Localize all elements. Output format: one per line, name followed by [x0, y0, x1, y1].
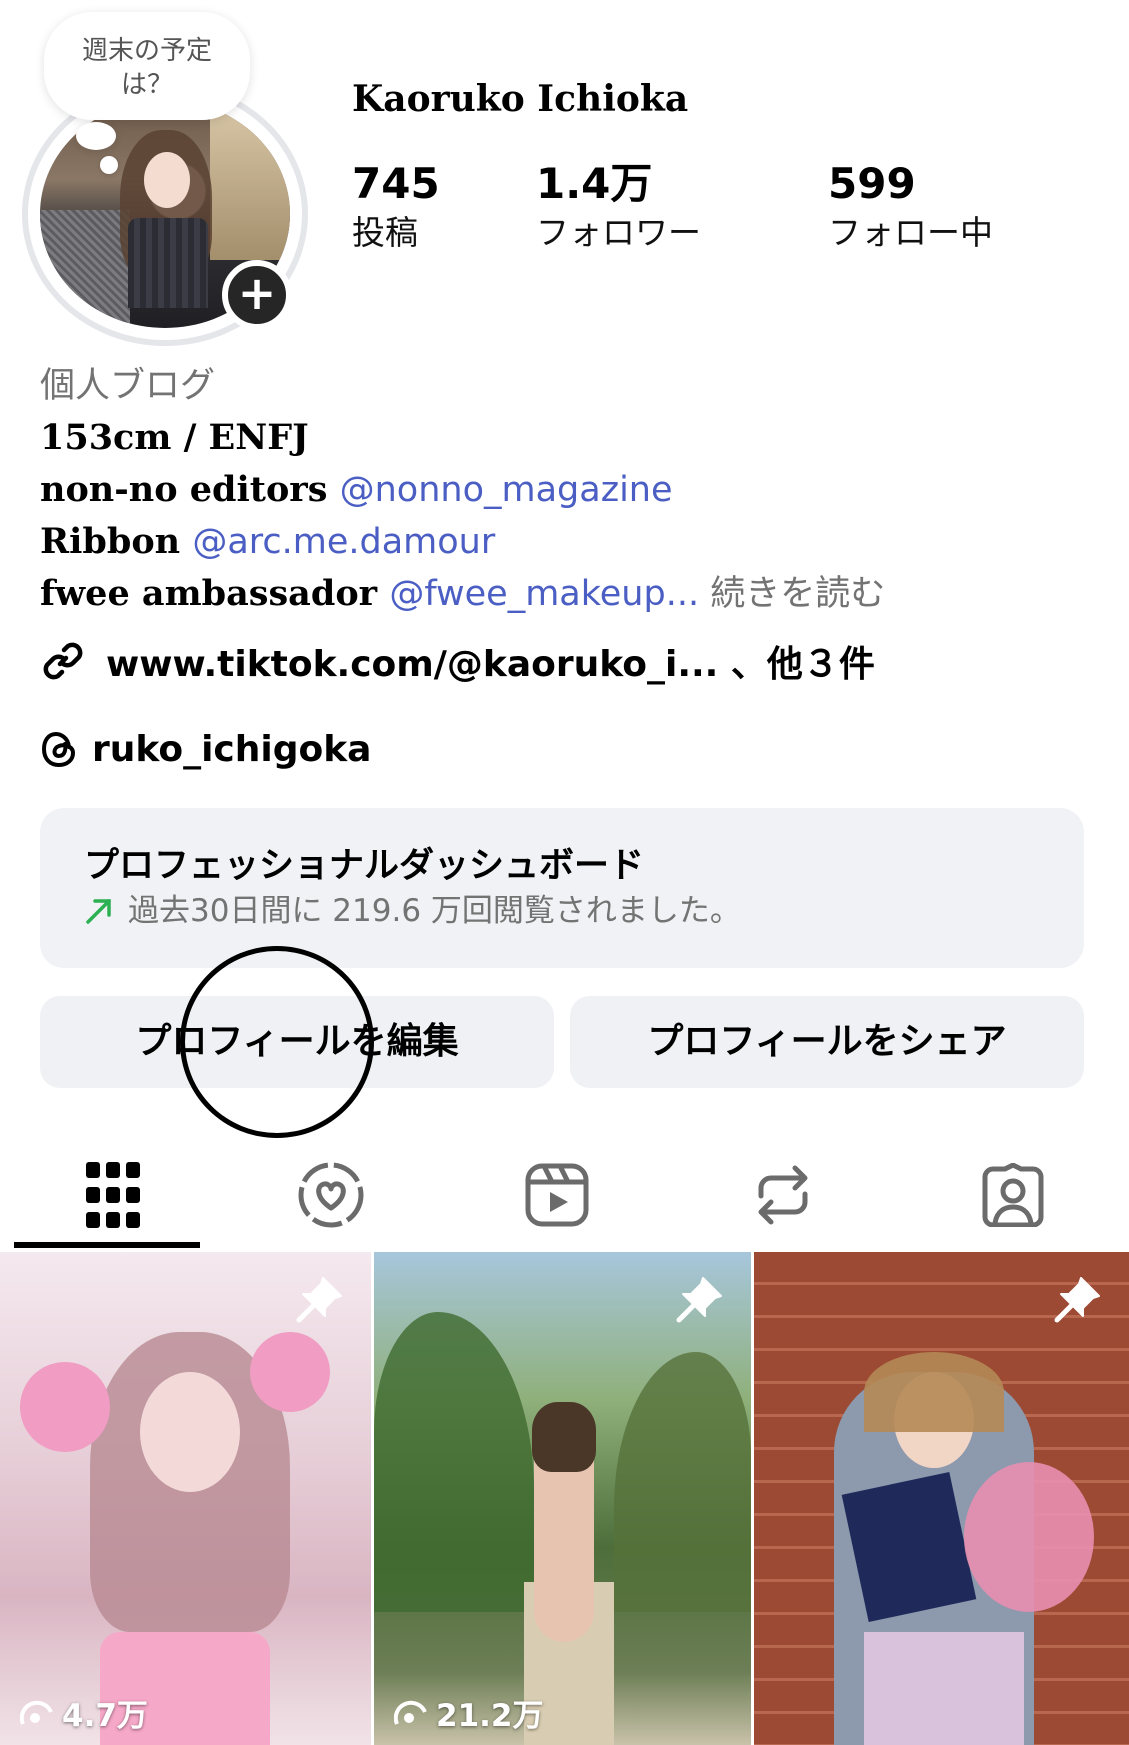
repost-icon	[758, 1165, 808, 1225]
eye-views-icon	[20, 1700, 53, 1725]
stat-posts-label: 投稿	[352, 213, 418, 252]
bio-category: 個人ブログ	[40, 366, 216, 406]
bio-link[interactable]: www.tiktok.com/@kaoruko_i... 、他３件	[40, 636, 875, 686]
tagged-person-icon	[982, 1163, 1044, 1227]
mention-arc-me-damour[interactable]: @arc.me.damour	[192, 522, 495, 562]
stat-followers-label: フォロワー	[536, 213, 701, 252]
post-views-count-1: 4.7万	[62, 1698, 148, 1734]
note-bubble[interactable]: 週末の予定 は？	[44, 12, 250, 120]
bio-line-4-text: fwee ambassador	[40, 573, 390, 614]
tab-collabs[interactable]	[218, 1140, 444, 1250]
bio-line-2: non-no editors @nonno_magazine	[40, 464, 1100, 516]
collab-heart-icon	[298, 1162, 364, 1228]
grid-icon	[86, 1162, 140, 1228]
trend-up-icon	[86, 899, 111, 924]
stat-followers[interactable]: 1.4万 フォロワー	[536, 160, 701, 256]
bio-line-4: fwee ambassador @fwee_makeup... 続きを読む	[40, 568, 1100, 620]
stat-following[interactable]: 599 フォロー中	[828, 160, 993, 256]
dashboard-title: プロフェッショナルダッシュボード	[84, 846, 645, 886]
mention-nonno-magazine[interactable]: @nonno_magazine	[340, 470, 673, 510]
professional-dashboard[interactable]: プロフェッショナルダッシュボード 過去30日間に 219.6 万回閲覧されました…	[40, 808, 1084, 968]
tab-tagged[interactable]	[900, 1140, 1126, 1250]
bio-line-1: 153cm / ENFJ	[40, 417, 309, 458]
tab-reposts[interactable]	[670, 1140, 896, 1250]
bio: 個人ブログ 153cm / ENFJ non-no editors @nonno…	[40, 360, 1100, 620]
mention-fwee-makeup[interactable]: @fwee_makeup...	[389, 574, 699, 614]
note-bubble-tail-small	[100, 156, 118, 174]
pin-icon	[1054, 1277, 1100, 1323]
tap-indicator-circle	[180, 946, 374, 1138]
dashboard-subtitle-row: 過去30日間に 219.6 万回閲覧されました。	[84, 888, 1084, 934]
threads-badge[interactable]: ruko_ichigoka	[40, 724, 371, 774]
stat-followers-value: 1.4万	[536, 159, 653, 208]
share-profile-button[interactable]: プロフィールをシェア	[570, 996, 1084, 1088]
profile-tabs	[0, 1140, 1129, 1250]
stat-following-value: 599	[828, 159, 916, 208]
post-thumbnail-3[interactable]	[754, 1252, 1129, 1745]
stat-posts-value: 745	[352, 159, 440, 208]
post-views-count-2: 21.2万	[436, 1698, 544, 1734]
read-more-link[interactable]: 続きを読む	[699, 574, 885, 614]
profile-username: Kaoruko Ichioka	[352, 78, 689, 120]
threads-icon	[41, 731, 76, 768]
reels-icon	[525, 1163, 589, 1227]
dashboard-subtitle: 過去30日間に 219.6 万回閲覧されました。	[128, 893, 741, 929]
stat-posts[interactable]: 745 投稿	[352, 160, 440, 256]
post-views-2: 21.2万	[394, 1690, 544, 1735]
bio-line-3-text: Ribbon	[40, 521, 193, 562]
post-thumbnail-1[interactable]: 4.7万	[0, 1252, 371, 1745]
tab-reels[interactable]	[444, 1140, 670, 1250]
pin-icon	[296, 1277, 342, 1323]
note-bubble-tail	[76, 122, 116, 150]
bio-line-2-text: non-no editors	[40, 469, 340, 510]
note-text-line2: は？	[120, 70, 173, 100]
eye-views-icon	[394, 1700, 427, 1725]
post-thumbnail-2[interactable]: 21.2万	[374, 1252, 751, 1745]
bio-link-text: www.tiktok.com/@kaoruko_i... 、他３件	[106, 644, 875, 685]
note-text-line1: 週末の予定	[81, 36, 212, 66]
posts-grid: 4.7万 21.2万	[0, 1252, 1129, 1745]
stat-following-label: フォロー中	[828, 213, 993, 252]
bio-line-3: Ribbon @arc.me.damour	[40, 516, 1100, 568]
active-tab-indicator	[14, 1242, 200, 1248]
link-icon	[43, 642, 83, 680]
tab-posts-grid[interactable]	[0, 1140, 226, 1250]
post-views-1: 4.7万	[20, 1690, 148, 1735]
pin-icon	[676, 1277, 722, 1323]
add-story-button[interactable]: +	[222, 260, 292, 330]
threads-username: ruko_ichigoka	[92, 728, 372, 770]
